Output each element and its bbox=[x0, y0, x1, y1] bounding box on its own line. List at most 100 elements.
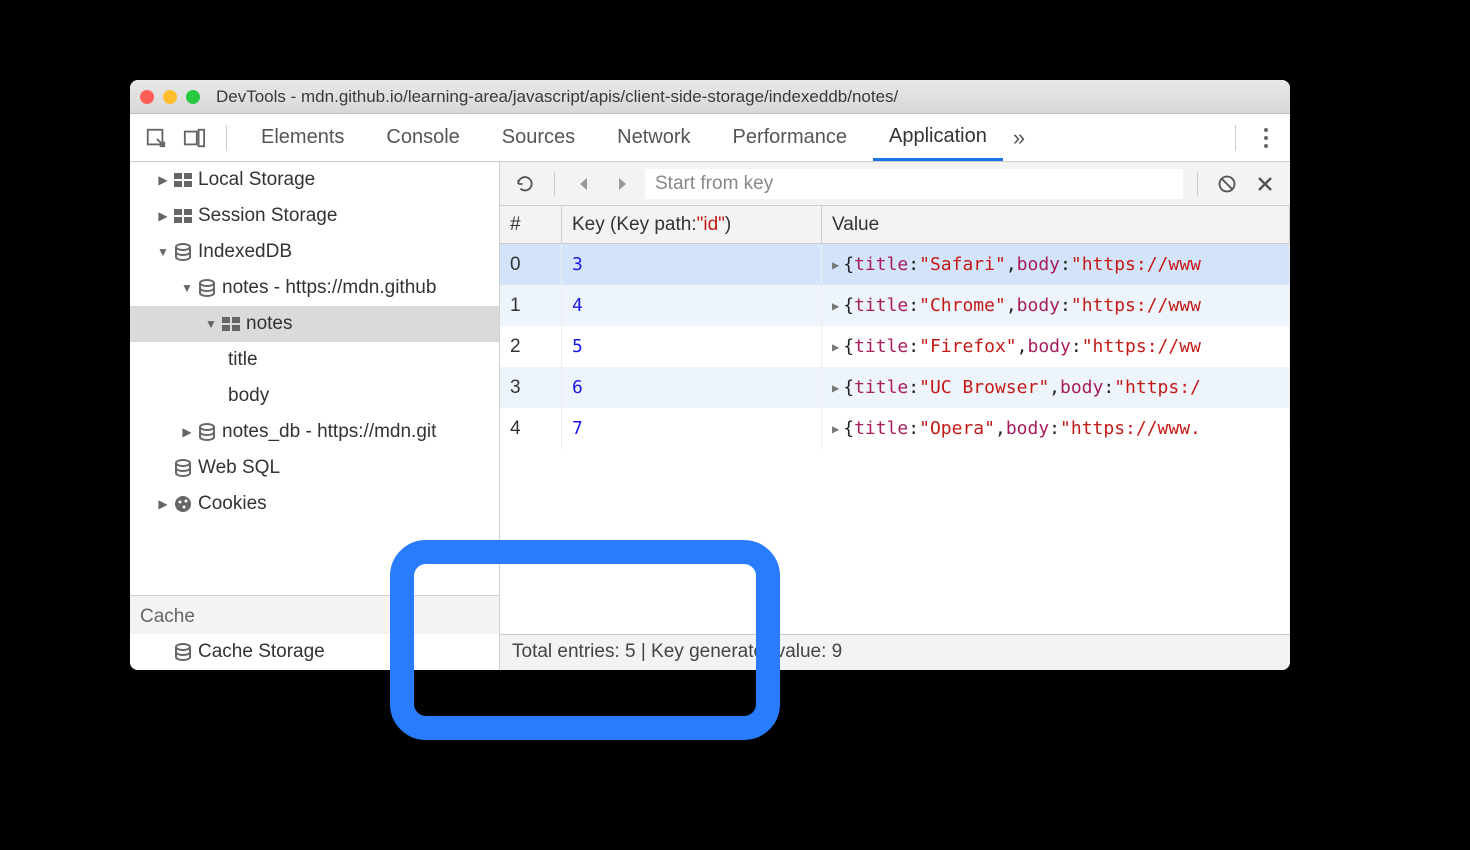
cell-index: 1 bbox=[500, 285, 562, 326]
chevron-right-icon: ▶ bbox=[180, 425, 194, 439]
sidebar-item-label: Cache Storage bbox=[198, 641, 325, 663]
sidebar-item-index-title[interactable]: title bbox=[130, 342, 499, 378]
database-icon bbox=[172, 459, 194, 477]
status-bar: Total entries: 5 | Key generator value: … bbox=[500, 634, 1290, 670]
device-toolbar-icon[interactable] bbox=[180, 124, 208, 152]
tab-application[interactable]: Application bbox=[873, 114, 1003, 161]
sidebar-item-label: Web SQL bbox=[198, 457, 280, 479]
table-body: 03▶{title: "Safari", body: "https://www1… bbox=[500, 244, 1290, 634]
chevron-down-icon: ▼ bbox=[204, 317, 218, 331]
table-row[interactable]: 14▶{title: "Chrome", body: "https://www bbox=[500, 285, 1290, 326]
sidebar-item-label: Cookies bbox=[198, 493, 267, 515]
chevron-right-icon: ▶ bbox=[156, 497, 170, 511]
column-header-value[interactable]: Value bbox=[822, 206, 1290, 243]
expand-object-icon[interactable]: ▶ bbox=[832, 299, 839, 313]
maximize-window-button[interactable] bbox=[186, 90, 200, 104]
expand-object-icon[interactable]: ▶ bbox=[832, 340, 839, 354]
divider bbox=[554, 172, 555, 196]
close-window-button[interactable] bbox=[140, 90, 154, 104]
chevron-right-icon: ▶ bbox=[156, 173, 170, 187]
column-header-key[interactable]: Key (Key path: "id") bbox=[562, 206, 822, 243]
tab-sources[interactable]: Sources bbox=[486, 114, 591, 161]
tab-network[interactable]: Network bbox=[601, 114, 706, 161]
inspect-element-icon[interactable] bbox=[142, 124, 170, 152]
tab-elements[interactable]: Elements bbox=[245, 114, 360, 161]
sidebar-item-label: notes - https://mdn.github bbox=[222, 277, 436, 299]
cell-value: ▶{title: "Chrome", body: "https://www bbox=[822, 285, 1290, 326]
table-row[interactable]: 03▶{title: "Safari", body: "https://www bbox=[500, 244, 1290, 285]
cell-value: ▶{title: "Safari", body: "https://www bbox=[822, 244, 1290, 285]
sidebar-item-label: IndexedDB bbox=[198, 241, 292, 263]
divider bbox=[226, 125, 227, 151]
clear-store-icon[interactable] bbox=[1212, 169, 1242, 199]
status-text: Total entries: 5 | Key generator value: … bbox=[512, 641, 842, 662]
sidebar-item-store-notes[interactable]: ▼ notes bbox=[130, 306, 499, 342]
minimize-window-button[interactable] bbox=[163, 90, 177, 104]
storage-icon bbox=[172, 209, 194, 223]
cell-key: 6 bbox=[562, 367, 822, 408]
refresh-icon[interactable] bbox=[510, 169, 540, 199]
database-icon bbox=[172, 243, 194, 261]
devtools-window: DevTools - mdn.github.io/learning-area/j… bbox=[130, 80, 1290, 670]
sidebar-item-label: Local Storage bbox=[198, 169, 315, 191]
sidebar-item-local-storage[interactable]: ▶ Local Storage bbox=[130, 162, 499, 198]
sidebar-item-index-body[interactable]: body bbox=[130, 378, 499, 414]
sidebar-item-label: notes_db - https://mdn.git bbox=[222, 421, 436, 443]
sidebar-item-label: Session Storage bbox=[198, 205, 337, 227]
expand-object-icon[interactable]: ▶ bbox=[832, 258, 839, 272]
sidebar-item-indexeddb[interactable]: ▼ IndexedDB bbox=[130, 234, 499, 270]
delete-selected-icon[interactable] bbox=[1250, 169, 1280, 199]
tab-console[interactable]: Console bbox=[370, 114, 475, 161]
cell-key: 7 bbox=[562, 408, 822, 449]
sidebar-item-label: body bbox=[228, 385, 269, 407]
data-table: # Key (Key path: "id") Value 03▶{title: … bbox=[500, 206, 1290, 634]
next-page-icon[interactable] bbox=[607, 169, 637, 199]
sidebar-item-label: notes bbox=[246, 313, 292, 335]
key-filter-input[interactable] bbox=[645, 169, 1183, 199]
table-row[interactable]: 36▶{title: "UC Browser", body: "https:/ bbox=[500, 367, 1290, 408]
column-header-index[interactable]: # bbox=[500, 206, 562, 243]
storage-sidebar: ▶ Local Storage ▶ Session Storage ▼ bbox=[130, 162, 500, 670]
expand-object-icon[interactable]: ▶ bbox=[832, 422, 839, 436]
chevron-down-icon: ▼ bbox=[180, 281, 194, 295]
window-titlebar: DevTools - mdn.github.io/learning-area/j… bbox=[130, 80, 1290, 114]
sidebar-item-db-notes[interactable]: ▼ notes - https://mdn.github bbox=[130, 270, 499, 306]
sidebar-section-cache: Cache bbox=[130, 595, 499, 634]
cell-key: 5 bbox=[562, 326, 822, 367]
sidebar-item-websql[interactable]: Web SQL bbox=[130, 450, 499, 486]
cell-key: 4 bbox=[562, 285, 822, 326]
tabs-overflow-icon[interactable]: » bbox=[1013, 125, 1025, 151]
table-row[interactable]: 25▶{title: "Firefox", body: "https://ww bbox=[500, 326, 1290, 367]
chevron-right-icon: ▶ bbox=[156, 209, 170, 223]
storage-icon bbox=[172, 173, 194, 187]
table-row[interactable]: 47▶{title: "Opera", body: "https://www. bbox=[500, 408, 1290, 449]
prev-page-icon[interactable] bbox=[569, 169, 599, 199]
database-icon bbox=[196, 423, 218, 441]
database-icon bbox=[196, 279, 218, 297]
cell-value: ▶{title: "Firefox", body: "https://ww bbox=[822, 326, 1290, 367]
cell-key: 3 bbox=[562, 244, 822, 285]
traffic-lights bbox=[140, 90, 200, 104]
sidebar-item-cache-storage[interactable]: Cache Storage bbox=[130, 634, 499, 670]
cell-index: 3 bbox=[500, 367, 562, 408]
divider bbox=[1197, 172, 1198, 196]
chevron-down-icon: ▼ bbox=[156, 245, 170, 259]
sidebar-item-cookies[interactable]: ▶ Cookies bbox=[130, 486, 499, 522]
storage-icon bbox=[220, 317, 242, 331]
window-title: DevTools - mdn.github.io/learning-area/j… bbox=[216, 87, 898, 107]
table-header: # Key (Key path: "id") Value bbox=[500, 206, 1290, 244]
data-toolbar bbox=[500, 162, 1290, 206]
main-panel: # Key (Key path: "id") Value 03▶{title: … bbox=[500, 162, 1290, 670]
cell-value: ▶{title: "UC Browser", body: "https:/ bbox=[822, 367, 1290, 408]
database-icon bbox=[172, 643, 194, 661]
tab-performance[interactable]: Performance bbox=[717, 114, 864, 161]
more-options-icon[interactable] bbox=[1254, 128, 1278, 148]
body: ▶ Local Storage ▶ Session Storage ▼ bbox=[130, 162, 1290, 670]
cell-index: 4 bbox=[500, 408, 562, 449]
expand-object-icon[interactable]: ▶ bbox=[832, 381, 839, 395]
devtools-tabbar: Elements Console Sources Network Perform… bbox=[130, 114, 1290, 162]
cell-index: 0 bbox=[500, 244, 562, 285]
sidebar-item-db-notesdb[interactable]: ▶ notes_db - https://mdn.git bbox=[130, 414, 499, 450]
cell-value: ▶{title: "Opera", body: "https://www. bbox=[822, 408, 1290, 449]
sidebar-item-session-storage[interactable]: ▶ Session Storage bbox=[130, 198, 499, 234]
